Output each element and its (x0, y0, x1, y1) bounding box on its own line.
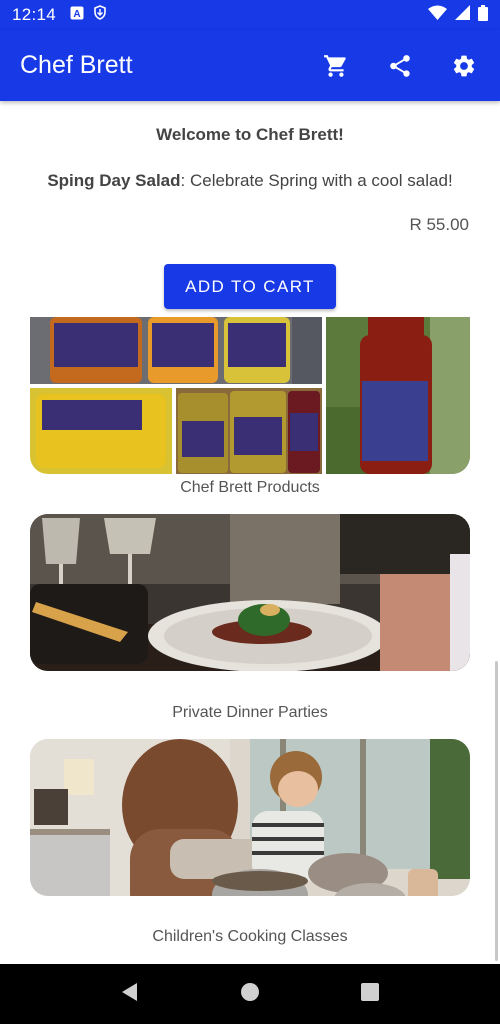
recents-icon (361, 982, 379, 1001)
app-screen: 12:14 A Chef Brett Welcome to Chef Brett… (0, 0, 500, 1024)
signal-icon (455, 5, 470, 25)
home-icon (241, 982, 259, 1001)
system-nav-bar (0, 964, 500, 1024)
cooking-classes-caption: Children's Cooking Classes (152, 928, 348, 945)
cart-button[interactable] (322, 52, 350, 80)
settings-icon (453, 55, 475, 76)
special-description: : Celebrate Spring with a cool salad! (180, 171, 453, 190)
share-icon (390, 54, 410, 77)
products-card-image[interactable] (30, 317, 470, 474)
share-button[interactable] (386, 52, 414, 80)
recents-button[interactable] (359, 981, 381, 1008)
products-caption: Chef Brett Products (180, 479, 320, 496)
svg-text:A: A (73, 9, 80, 20)
download-shield-icon (94, 5, 106, 25)
status-time: 12:14 (12, 5, 57, 24)
a-notification-icon: A (70, 6, 84, 25)
special-name: Sping Day Salad (47, 171, 181, 190)
cooking-classes-card-image[interactable] (30, 739, 470, 896)
main-content: Welcome to Chef Brett! Sping Day Salad: … (0, 101, 500, 964)
app-title: Chef Brett (20, 51, 133, 79)
welcome-heading: Welcome to Chef Brett! (156, 125, 344, 144)
special-price: R 55.00 (409, 215, 469, 234)
back-button[interactable] (119, 981, 141, 1008)
dinner-parties-caption: Private Dinner Parties (172, 704, 328, 721)
settings-button[interactable] (450, 52, 478, 80)
app-bar: Chef Brett (0, 30, 500, 101)
scrollbar[interactable] (495, 661, 498, 961)
status-bar: 12:14 A (0, 0, 500, 30)
add-to-cart-button[interactable]: ADD TO CART (164, 264, 336, 309)
wifi-icon (428, 5, 447, 25)
daily-special: Sping Day Salad: Celebrate Spring with a… (0, 171, 500, 191)
back-icon (122, 982, 137, 1001)
battery-icon (478, 4, 488, 26)
dinner-parties-card-image[interactable] (30, 514, 470, 671)
cart-icon (324, 54, 346, 77)
home-button[interactable] (239, 981, 261, 1008)
